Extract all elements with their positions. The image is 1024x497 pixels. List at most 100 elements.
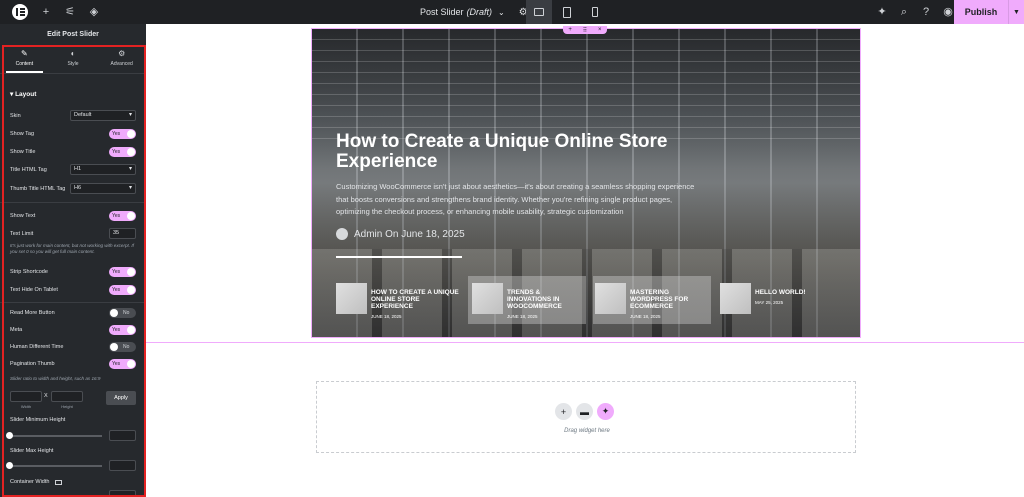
- thumb-item[interactable]: Hello world! MAY 25, 2025: [718, 276, 836, 324]
- thumb-date: JUNE 18, 2025: [630, 314, 661, 319]
- thumb-item[interactable]: How to Create a Unique Online Store Expe…: [336, 276, 464, 324]
- thumb-item[interactable]: Trends & Innovations in WooCommerce JUNE …: [468, 276, 586, 324]
- settings-sliders-icon[interactable]: ⚟: [64, 6, 76, 18]
- show-title-label: Show Title: [10, 149, 36, 155]
- desktop-view-button[interactable]: [526, 0, 552, 24]
- pagination-toggle[interactable]: Yes: [109, 359, 136, 369]
- page-status: (Draft): [466, 7, 493, 17]
- section-layout[interactable]: ▾ Layout: [10, 90, 36, 98]
- divider: [0, 302, 146, 303]
- min-height-row: Slider Minimum Height: [10, 414, 136, 426]
- close-icon[interactable]: ×: [598, 27, 602, 33]
- max-height-input[interactable]: [109, 460, 136, 471]
- meta-toggle[interactable]: Yes: [109, 325, 136, 335]
- document-title[interactable]: Post Slider (Draft) ⌄ ⚙: [420, 0, 528, 24]
- help-icon[interactable]: ?: [920, 6, 932, 18]
- min-height-slider-track[interactable]: [10, 435, 102, 437]
- publish-button[interactable]: Publish: [954, 0, 1008, 24]
- max-height-slider-handle[interactable]: [6, 462, 13, 469]
- skin-label: Skin: [10, 113, 21, 119]
- mobile-icon: [592, 7, 598, 17]
- slide-excerpt: Customizing WooCommerce isn't just about…: [336, 182, 695, 216]
- slide-divider: [336, 256, 462, 258]
- ratio-note: Slider ratio to width and height, such a…: [10, 376, 101, 381]
- thumb-date: JUNE 18, 2025: [371, 314, 402, 319]
- desktop-icon: [55, 479, 63, 485]
- desktop-icon: [534, 8, 544, 16]
- tab-content[interactable]: ✎ Content: [0, 44, 49, 73]
- title-tag-select[interactable]: H1: [70, 164, 136, 175]
- add-icon[interactable]: +: [568, 27, 572, 33]
- ratio-width-input[interactable]: [10, 391, 42, 402]
- preview-eye-icon[interactable]: ◉: [942, 6, 954, 18]
- pagination-thumbs: How to Create a Unique Online Store Expe…: [336, 276, 836, 326]
- section-title: Layout: [15, 91, 37, 98]
- section-handle[interactable]: + ⠿ ×: [563, 26, 607, 34]
- text-limit-input[interactable]: 35: [109, 228, 136, 239]
- tab-advanced[interactable]: ⚙ Advanced: [97, 44, 146, 73]
- empty-section-dropzone[interactable]: + ▬ ✦ Drag widget here: [316, 381, 856, 453]
- drag-icon[interactable]: ⠿: [583, 27, 587, 34]
- max-height-label: Slider Max Height: [10, 448, 54, 454]
- text-hide-toggle[interactable]: Yes: [109, 285, 136, 295]
- thumb-title: Trends & Innovations in WooCommerce: [507, 289, 562, 310]
- thumb-item[interactable]: Mastering WordPress for eCommerce JUNE 18…: [593, 276, 711, 324]
- tablet-view-button[interactable]: [554, 0, 580, 24]
- chevron-down-icon: ⌄: [498, 7, 505, 17]
- author-date: Admin On June 18, 2025: [354, 228, 465, 240]
- tab-label: Content: [15, 61, 34, 67]
- gear-icon: ⚙: [118, 49, 126, 58]
- post-slider-widget[interactable]: How to Create a Unique Online Store Expe…: [311, 28, 861, 338]
- strip-shortcode-toggle[interactable]: Yes: [109, 267, 136, 277]
- text-limit-label: Text Limit: [10, 231, 34, 237]
- tab-label: Style: [67, 61, 79, 67]
- max-height-slider-track[interactable]: [10, 465, 102, 467]
- thumb-title: How to Create a Unique Online Store Expe…: [371, 289, 459, 310]
- search-icon[interactable]: ⌕: [898, 6, 910, 18]
- thumb-date: MAY 25, 2025: [755, 300, 784, 305]
- pagination-label: Pagination Thumb: [10, 361, 55, 367]
- meta-label: Meta: [10, 327, 23, 333]
- tab-style[interactable]: ◐ Style: [49, 44, 98, 73]
- title-tag-label: Title HTML Tag: [10, 167, 47, 173]
- device-switcher: [526, 0, 610, 24]
- thumb-image: [472, 283, 503, 314]
- ratio-width-label: Width: [20, 404, 32, 409]
- ai-sparkle-icon[interactable]: ✦: [597, 403, 614, 420]
- show-title-toggle[interactable]: Yes: [109, 147, 136, 157]
- structure-layers-icon[interactable]: ◈: [88, 6, 100, 18]
- panel-tabs: ✎ Content ◐ Style ⚙ Advanced: [0, 44, 146, 74]
- pencil-icon: ✎: [20, 49, 28, 58]
- skin-select[interactable]: Default: [70, 110, 136, 121]
- thumb-image: [336, 283, 367, 314]
- mobile-view-button[interactable]: [582, 0, 608, 24]
- show-tag-label: Show Tag: [10, 131, 35, 137]
- thumb-tag-select[interactable]: H6: [70, 183, 136, 194]
- show-text-label: Show Text: [10, 213, 36, 219]
- min-height-slider-handle[interactable]: [6, 432, 13, 439]
- max-height-row: Slider Max Height: [10, 445, 136, 457]
- apply-button[interactable]: Apply: [106, 391, 136, 405]
- read-more-toggle[interactable]: No: [109, 308, 136, 318]
- show-tag-toggle[interactable]: Yes: [109, 129, 136, 139]
- publish-options-chevron-icon[interactable]: ▼: [1008, 0, 1024, 24]
- add-element-icon[interactable]: +: [40, 6, 52, 18]
- min-height-input[interactable]: [109, 430, 136, 441]
- show-text-toggle[interactable]: Yes: [109, 211, 136, 221]
- elementor-logo-icon[interactable]: [12, 4, 28, 20]
- thumb-tag-label: Thumb Title HTML Tag: [10, 186, 66, 192]
- rocket-icon[interactable]: ✦: [876, 6, 888, 18]
- add-section-icon[interactable]: +: [555, 403, 572, 420]
- ratio-height-label: Height: [61, 404, 73, 409]
- top-bar-right: ✦ ⌕ ? ◉: [866, 0, 954, 24]
- container-width-input[interactable]: [109, 490, 136, 497]
- tab-label: Advanced: [110, 61, 133, 67]
- ratio-height-input[interactable]: [51, 391, 83, 402]
- template-folder-icon[interactable]: ▬: [576, 403, 593, 420]
- human-time-toggle[interactable]: No: [109, 342, 136, 352]
- container-width-row: Container Width: [10, 476, 136, 488]
- tablet-icon: [563, 6, 571, 18]
- slide-title[interactable]: How to Create a Unique Online Store Expe…: [336, 132, 736, 172]
- slide-meta: Admin On June 18, 2025: [336, 228, 465, 240]
- strip-shortcode-label: Strip Shortcode: [10, 269, 48, 275]
